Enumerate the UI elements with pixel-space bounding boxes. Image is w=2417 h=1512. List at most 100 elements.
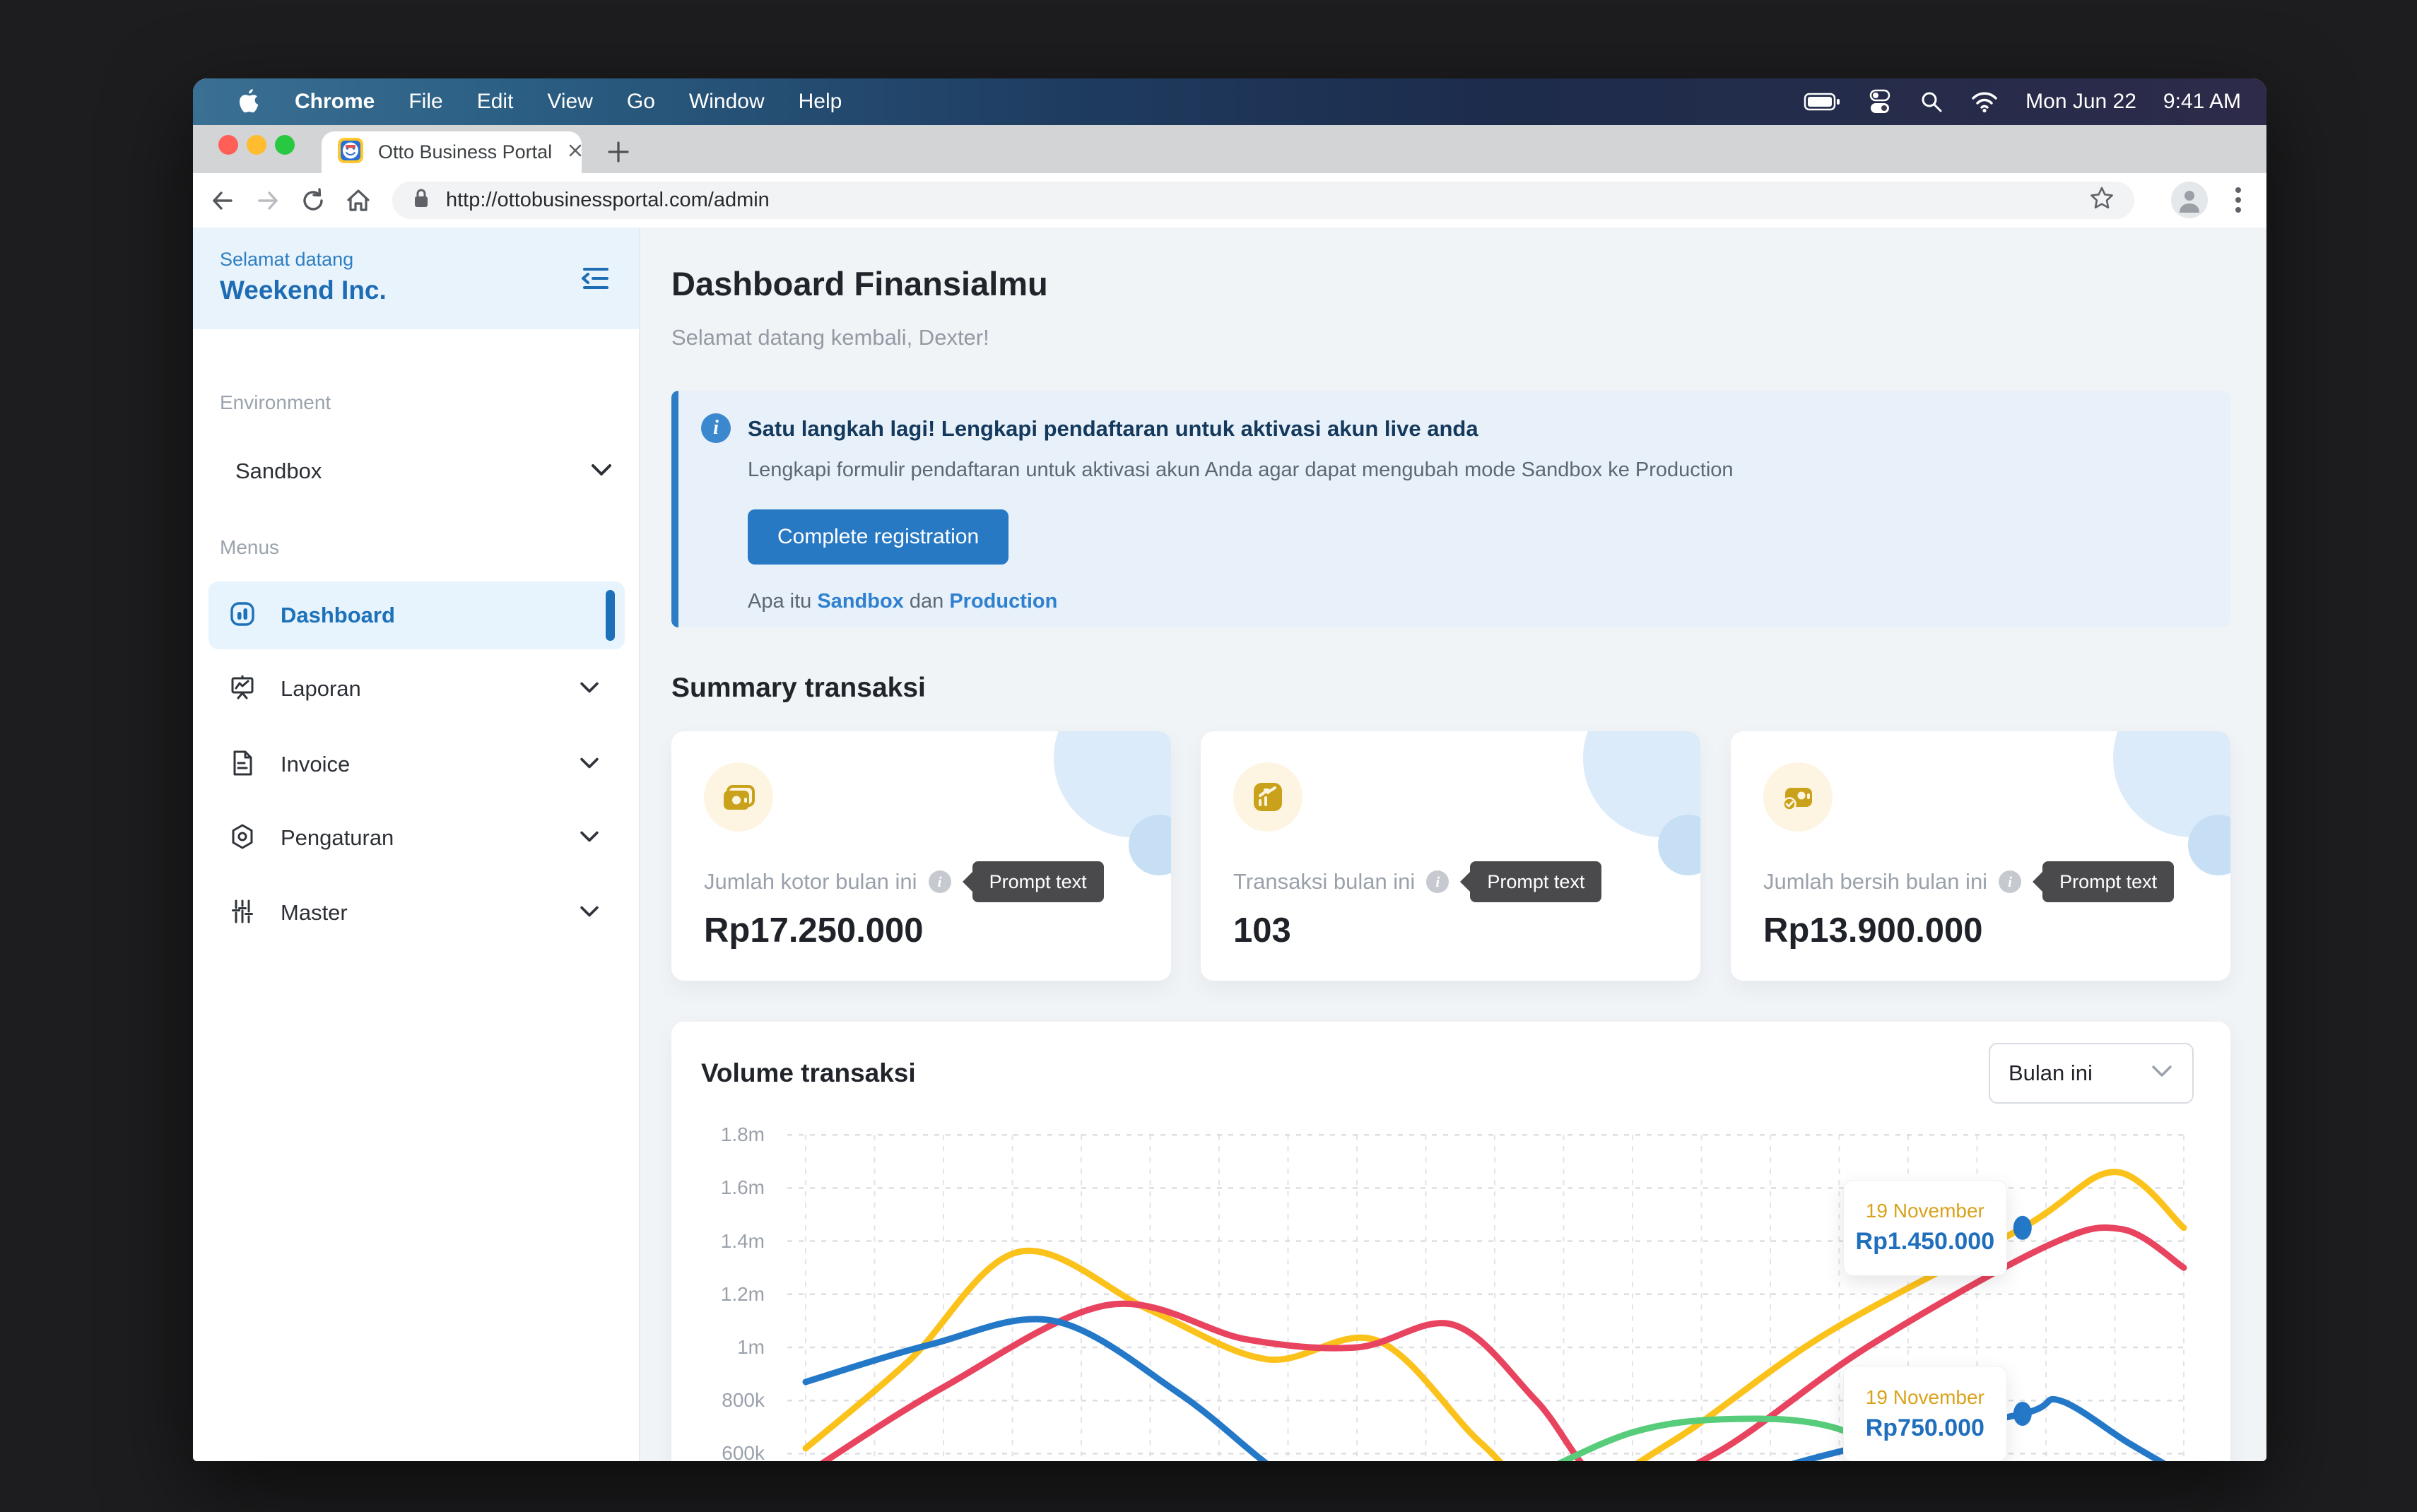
banner-footnote: Apa itu Sandbox dan Production <box>748 590 1057 613</box>
browser-menu-icon[interactable] <box>2223 183 2254 217</box>
chart-up-icon <box>1233 762 1302 832</box>
card-value: Rp13.900.000 <box>1763 911 1983 950</box>
window-zoom-button[interactable] <box>275 135 295 155</box>
reload-icon[interactable] <box>290 181 336 220</box>
chart-tooltip: 19 November Rp1.450.000 <box>1843 1180 2007 1276</box>
browser-tab[interactable]: Otto Business Portal <box>322 131 582 173</box>
summary-card-gross: Jumlah kotor bulan ini i Prompt text Rp1… <box>671 731 1171 981</box>
lock-icon[interactable] <box>411 187 432 214</box>
tooltip-value: Rp750.000 <box>1866 1414 1984 1442</box>
control-center-icon[interactable] <box>1867 88 1893 115</box>
dashboard-icon <box>228 600 257 632</box>
menubar-date[interactable]: Mon Jun 22 <box>2025 90 2136 114</box>
browser-toolbar: http://ottobusinessportal.com/admin <box>193 173 2266 228</box>
battery-icon[interactable] <box>1804 92 1840 112</box>
sidebar-item-label: Master <box>281 900 554 926</box>
production-link[interactable]: Production <box>949 590 1057 613</box>
spotlight-search-icon[interactable] <box>1919 90 1943 114</box>
bookmark-star-icon[interactable] <box>2088 184 2116 216</box>
menubar-item-edit[interactable]: Edit <box>477 90 514 114</box>
page-subtitle: Selamat datang kembali, Dexter! <box>671 325 989 350</box>
summary-heading: Summary transaksi <box>671 673 926 704</box>
banner-body: Lengkapi formulir pendaftaran untuk akti… <box>748 459 1734 482</box>
company-name: Weekend Inc. <box>220 276 387 305</box>
page-title: Dashboard Finansialmu <box>671 264 1048 303</box>
sidebar-item-master[interactable]: Master <box>208 879 625 947</box>
tab-strip: Otto Business Portal <box>193 125 2266 173</box>
sidebar-item-laporan[interactable]: Laporan <box>208 655 625 723</box>
new-tab-icon[interactable] <box>603 136 634 167</box>
summary-card-transactions: Transaksi bulan ini i Prompt text 103 <box>1201 731 1700 981</box>
sidebar: Selamat datang Weekend Inc. Environment … <box>193 228 640 1461</box>
chevron-down-icon <box>2150 1064 2174 1083</box>
address-bar[interactable]: http://ottobusinessportal.com/admin <box>392 182 2134 219</box>
profile-avatar[interactable] <box>2171 182 2208 218</box>
window-minimize-button[interactable] <box>247 135 266 155</box>
sidebar-item-label: Invoice <box>281 752 554 777</box>
menubar-item-view[interactable]: View <box>547 90 592 114</box>
tooltip-date: 19 November <box>1866 1200 1984 1222</box>
back-icon[interactable] <box>200 181 245 220</box>
wallet-check-icon <box>1763 762 1833 832</box>
banknote-icon <box>704 762 773 832</box>
y-tick: 1.4m <box>686 1230 765 1253</box>
y-tick: 800k <box>686 1389 765 1412</box>
menubar-item-help[interactable]: Help <box>799 90 842 114</box>
environment-selector[interactable]: Sandbox <box>220 447 613 496</box>
info-icon[interactable]: i <box>1999 870 2021 893</box>
settings-icon <box>228 822 257 854</box>
macos-menubar: Chrome File Edit View Go Window Help Mon… <box>193 78 2266 125</box>
active-indicator <box>606 590 615 641</box>
chevron-down-icon <box>578 680 601 698</box>
sidebar-item-label: Laporan <box>281 676 554 702</box>
home-icon[interactable] <box>336 181 381 220</box>
sandbox-link[interactable]: Sandbox <box>817 590 903 613</box>
chart-marker[interactable] <box>2013 1216 2032 1240</box>
menubar-item-go[interactable]: Go <box>627 90 655 114</box>
sliders-icon <box>228 897 257 929</box>
tooltip: Prompt text <box>2042 861 2174 902</box>
info-icon[interactable]: i <box>929 870 951 893</box>
sidebar-collapse-icon[interactable] <box>577 260 613 297</box>
tooltip-value: Rp1.450.000 <box>1856 1228 1995 1256</box>
tooltip: Prompt text <box>972 861 1104 902</box>
chart-marker[interactable] <box>2013 1402 2032 1426</box>
complete-registration-button[interactable]: Complete registration <box>748 509 1008 565</box>
info-icon[interactable]: i <box>1426 870 1449 893</box>
menubar-time[interactable]: 9:41 AM <box>2163 90 2241 114</box>
y-tick: 600k <box>686 1442 765 1461</box>
forward-icon[interactable] <box>245 181 290 220</box>
card-label: Transaksi bulan ini <box>1233 869 1415 894</box>
y-tick: 1.6m <box>686 1176 765 1199</box>
tooltip-date: 19 November <box>1866 1386 1984 1409</box>
chevron-down-icon <box>589 462 613 481</box>
summary-card-net: Jumlah bersih bulan ini i Prompt text Rp… <box>1731 731 2230 981</box>
tooltip: Prompt text <box>1470 861 1601 902</box>
url-text[interactable]: http://ottobusinessportal.com/admin <box>446 189 2088 212</box>
sidebar-item-label: Pengaturan <box>281 825 554 851</box>
info-icon: i <box>701 413 731 443</box>
volume-chart-card: Volume transaksi Bulan ini 1.8m1.6m1.4m1… <box>671 1022 2230 1461</box>
chevron-down-icon <box>578 829 601 847</box>
menubar-item-window[interactable]: Window <box>689 90 765 114</box>
sidebar-item-invoice[interactable]: Invoice <box>208 731 625 798</box>
y-tick: 1.2m <box>686 1283 765 1306</box>
tab-close-icon[interactable] <box>566 141 584 163</box>
invoice-icon <box>228 749 257 781</box>
y-axis-labels: 1.8m1.6m1.4m1.2m1m800k600k <box>686 1082 765 1461</box>
registration-banner: i Satu langkah lagi! Lengkapi pendaftara… <box>671 391 2230 627</box>
chevron-down-icon <box>578 904 601 922</box>
sidebar-item-pengaturan[interactable]: Pengaturan <box>208 804 625 872</box>
environment-value: Sandbox <box>235 459 589 484</box>
chart-tooltip: 19 November Rp750.000 <box>1843 1366 2007 1461</box>
menubar-app-name[interactable]: Chrome <box>295 90 375 114</box>
apple-icon[interactable] <box>237 88 261 116</box>
sidebar-item-dashboard[interactable]: Dashboard <box>208 581 625 649</box>
window-close-button[interactable] <box>218 135 238 155</box>
environment-label: Environment <box>220 391 331 414</box>
report-icon <box>228 673 257 705</box>
tab-title: Otto Business Portal <box>378 141 552 163</box>
wifi-icon[interactable] <box>1970 90 1999 113</box>
card-value: Rp17.250.000 <box>704 911 924 950</box>
menubar-item-file[interactable]: File <box>408 90 442 114</box>
